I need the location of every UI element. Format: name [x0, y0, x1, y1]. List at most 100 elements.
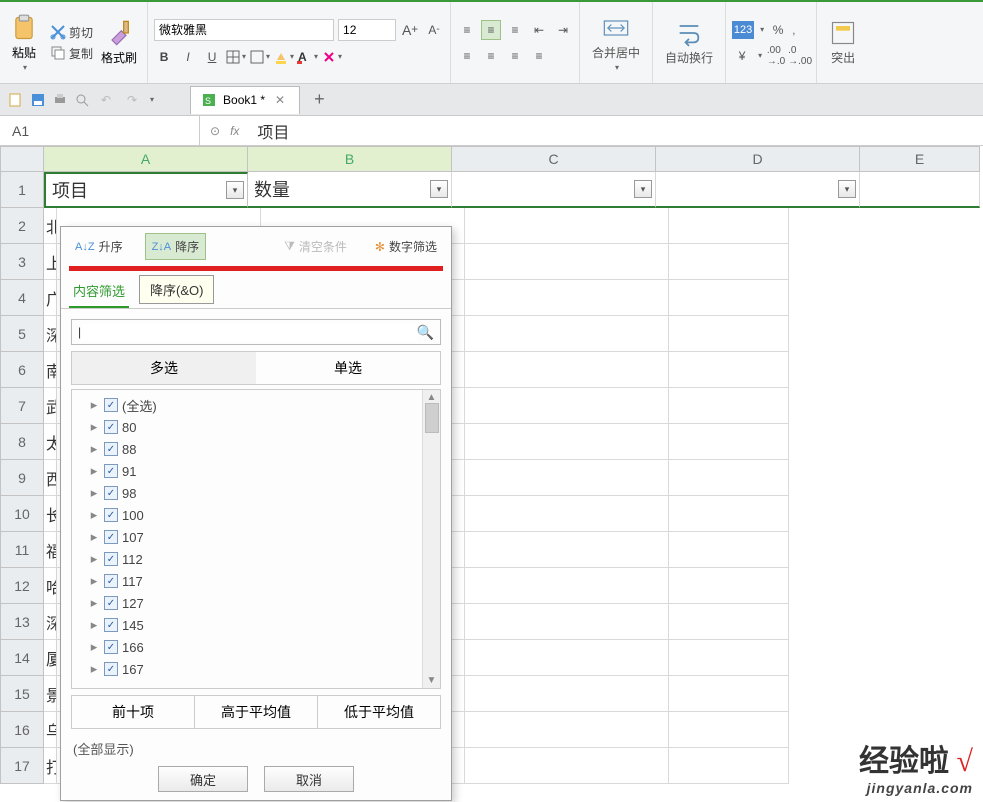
align-right-icon[interactable]: ≡ [505, 46, 525, 66]
cell[interactable]: 西 [44, 460, 57, 496]
cell[interactable] [669, 424, 789, 460]
cell[interactable]: 乌 [44, 712, 57, 748]
cell[interactable]: 哈 [44, 568, 57, 604]
currency-button[interactable]: ¥ [732, 46, 752, 66]
filter-item[interactable]: ▸✓127 [88, 592, 422, 614]
new-tab-button[interactable]: + [306, 89, 333, 110]
checkbox-icon[interactable]: ✓ [104, 508, 118, 522]
cell[interactable] [465, 496, 669, 532]
align-bottom-icon[interactable]: ≡ [505, 20, 525, 40]
frame-button[interactable]: ▾ [250, 47, 270, 67]
cell[interactable] [669, 244, 789, 280]
cell[interactable]: ▾ [656, 172, 860, 208]
align-top-icon[interactable]: ≡ [457, 20, 477, 40]
cell[interactable]: 项目▾ [44, 172, 248, 208]
ok-button[interactable]: 确定 [158, 766, 248, 792]
row-header[interactable]: 15 [0, 676, 44, 712]
decrease-indent-icon[interactable]: ⇤ [529, 20, 549, 40]
cell[interactable]: 打 [44, 748, 57, 784]
cut-button[interactable]: 剪切 [50, 24, 93, 41]
checkbox-icon[interactable]: ✓ [104, 398, 118, 412]
zoom-icon[interactable]: ⊙ [210, 124, 220, 138]
checkbox-icon[interactable]: ✓ [104, 596, 118, 610]
cell[interactable] [669, 208, 789, 244]
expand-icon[interactable]: ▸ [88, 617, 100, 633]
number-filter-button[interactable]: ✻ 数字筛选 [369, 234, 443, 259]
col-header-D[interactable]: D [656, 146, 860, 172]
font-name-select[interactable] [154, 19, 334, 41]
document-tab[interactable]: S Book1 * ✕ [190, 86, 300, 114]
cell[interactable] [669, 280, 789, 316]
redo-icon[interactable]: ↷ [122, 90, 142, 110]
sort-asc-button[interactable]: A↓Z 升序 [69, 234, 129, 259]
sort-desc-button[interactable]: Z↓A 降序 [145, 233, 207, 260]
cell[interactable]: 福 [44, 532, 57, 568]
copy-button[interactable]: 复制 [50, 45, 93, 62]
cell[interactable] [669, 676, 789, 712]
cell[interactable]: 上 [44, 244, 57, 280]
fill-color-button[interactable]: ▾ [274, 47, 294, 67]
mode-single[interactable]: 单选 [256, 352, 440, 384]
cell[interactable]: 数量▾ [248, 172, 452, 208]
expand-icon[interactable]: ▸ [88, 551, 100, 567]
scroll-down-icon[interactable]: ▼ [427, 675, 437, 686]
increase-indent-icon[interactable]: ⇥ [553, 20, 573, 40]
bold-button[interactable]: B [154, 50, 174, 64]
font-size-select[interactable] [338, 19, 396, 41]
formula-value[interactable]: 项目 [257, 119, 289, 143]
expand-icon[interactable]: ▸ [88, 661, 100, 677]
cell[interactable] [669, 316, 789, 352]
cell[interactable] [669, 496, 789, 532]
print-icon[interactable] [52, 92, 68, 108]
cell[interactable] [465, 568, 669, 604]
cell[interactable]: 武 [44, 388, 57, 424]
align-middle-icon[interactable]: ≡ [481, 20, 501, 40]
cell[interactable] [669, 568, 789, 604]
cell[interactable] [860, 172, 980, 208]
cell[interactable] [465, 388, 669, 424]
increase-font-icon[interactable]: A+ [400, 20, 420, 40]
select-all-corner[interactable] [0, 146, 44, 172]
filter-search[interactable]: | 🔍 [71, 319, 441, 345]
checkbox-icon[interactable]: ✓ [104, 574, 118, 588]
filter-item[interactable]: ▸✓80 [88, 416, 422, 438]
borders-button[interactable]: ▾ [226, 47, 246, 67]
filter-item[interactable]: ▸✓91 [88, 460, 422, 482]
font-color-button[interactable]: A▾ [298, 47, 318, 67]
cell[interactable] [465, 604, 669, 640]
row-header[interactable]: 12 [0, 568, 44, 604]
cell[interactable] [465, 244, 669, 280]
top10-button[interactable]: 前十项 [72, 696, 195, 728]
filter-item[interactable]: ▸✓112 [88, 548, 422, 570]
scroll-thumb[interactable] [425, 403, 439, 433]
row-header[interactable]: 6 [0, 352, 44, 388]
row-header[interactable]: 7 [0, 388, 44, 424]
cell[interactable]: ▾ [452, 172, 656, 208]
checkbox-icon[interactable]: ✓ [104, 420, 118, 434]
cell[interactable] [465, 712, 669, 748]
wrap-text-button[interactable]: 自动换行 [659, 15, 719, 70]
number-format-icon[interactable]: 123 [732, 21, 754, 39]
tab-content-filter[interactable]: 内容筛选 [69, 275, 129, 308]
cell[interactable] [465, 280, 669, 316]
cell[interactable]: 深 [44, 604, 57, 640]
cell[interactable]: 深 [44, 316, 57, 352]
percent-button[interactable]: % [768, 20, 788, 40]
increase-decimal-icon[interactable]: .00→.0 [766, 46, 786, 66]
filter-item[interactable]: ▸✓100 [88, 504, 422, 526]
expand-icon[interactable]: ▸ [88, 419, 100, 435]
scrollbar[interactable]: ▲ ▼ [422, 390, 440, 688]
row-header[interactable]: 17 [0, 748, 44, 784]
scroll-up-icon[interactable]: ▲ [427, 392, 437, 403]
align-left-icon[interactable]: ≡ [457, 46, 477, 66]
row-header[interactable]: 3 [0, 244, 44, 280]
clear-format-button[interactable]: ▾ [322, 47, 342, 67]
filter-item[interactable]: ▸✓145 [88, 614, 422, 636]
row-header[interactable]: 14 [0, 640, 44, 676]
above-avg-button[interactable]: 高于平均值 [195, 696, 318, 728]
row-header[interactable]: 1 [0, 172, 44, 208]
italic-button[interactable]: I [178, 47, 198, 67]
row-header[interactable]: 11 [0, 532, 44, 568]
checkbox-icon[interactable]: ✓ [104, 662, 118, 676]
cell[interactable] [669, 352, 789, 388]
